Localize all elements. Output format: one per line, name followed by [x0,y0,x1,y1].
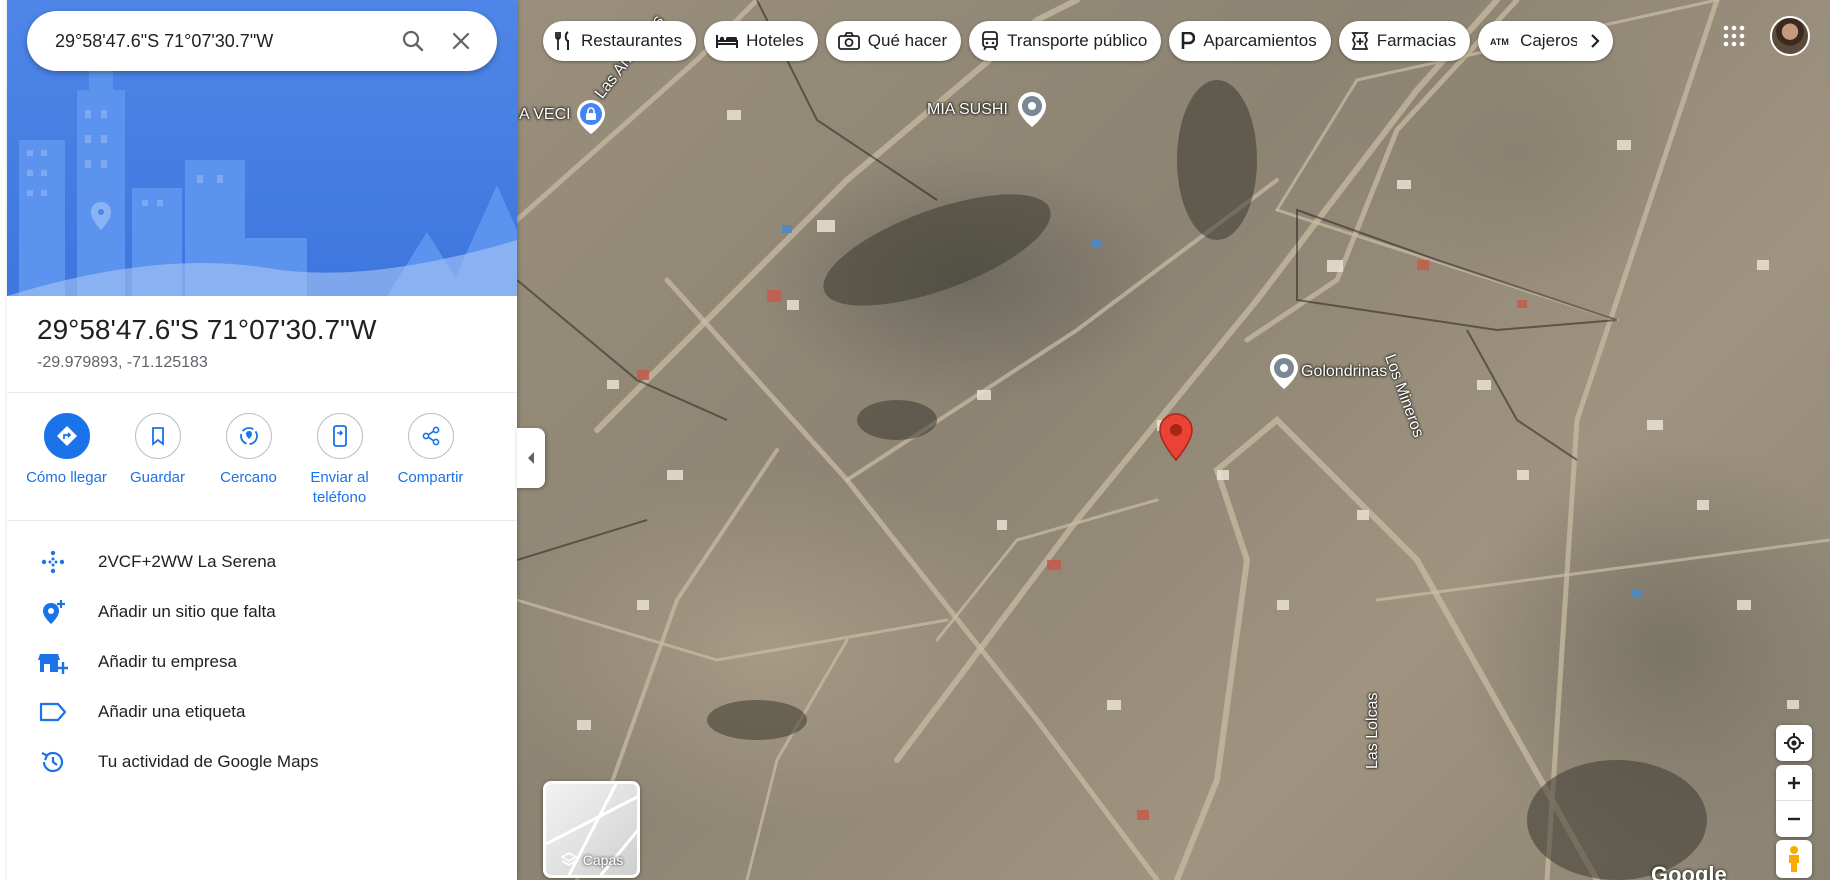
clear-search-button[interactable] [441,21,481,61]
pegman-icon [1789,846,1799,872]
chip-pharmacies[interactable]: Farmacias [1338,21,1471,61]
collapse-panel-button[interactable] [517,428,545,488]
street-view-button[interactable] [1776,840,1812,878]
add-label-row[interactable]: Añadir una etiqueta [7,687,517,737]
bookmark-icon [151,427,164,446]
lock-poi-icon[interactable] [577,100,605,134]
restaurant-icon [555,31,569,50]
chip-label: Hoteles [746,31,804,50]
layers-button[interactable]: Capas [543,781,640,878]
chip-label: Farmacias [1376,31,1457,50]
street-label-las-lolcas: Las Lolcas [1364,692,1381,770]
chip-label: Aparcamientos [1203,31,1317,50]
maps-app: A VECI MIA SUSHI Golondrinas Las Añañuca… [0,0,1830,880]
camera-icon [837,32,860,50]
action-label: Enviar al teléfono [310,469,369,506]
add-missing-place-row[interactable]: Añadir un sitio que falta [7,587,517,637]
directions-button[interactable]: Cómo llegar [21,413,112,508]
info-list: 2VCF+2WW La Serena Añadir un sitio que f… [7,521,517,787]
page-title: 29°58'47.6"S 71°07'30.7"W [37,314,377,345]
add-business-row[interactable]: Añadir tu empresa [7,637,517,687]
chips-scroll-right-button[interactable] [1577,21,1614,61]
chip-restaurants[interactable]: Restaurantes [543,21,697,61]
share-icon [422,426,439,446]
action-label: Guardar [129,469,186,486]
location-pin-icon[interactable] [1159,413,1193,461]
hotel-icon [716,35,739,48]
send-to-phone-button[interactable]: Enviar al teléfono [294,413,385,508]
layers-label: Capas [582,852,624,868]
plus-code-text: 2VCF+2WW La Serena [98,552,277,571]
search-icon [402,30,424,52]
chip-transit[interactable]: Transporte público [969,21,1162,61]
apps-grid-icon[interactable] [1722,24,1746,48]
my-location-button[interactable] [1776,725,1812,761]
my-location-icon [1784,733,1804,753]
history-icon [41,751,64,773]
chip-hotels[interactable]: Hoteles [704,21,818,61]
action-label: Cercano [220,469,277,486]
minus-icon [1788,817,1800,821]
chip-label: Cajeros [1520,31,1579,50]
plus-code-row[interactable]: 2VCF+2WW La Serena [7,537,517,587]
close-icon [452,32,470,50]
transit-icon [982,31,999,51]
chevron-left-icon [528,452,534,464]
search-input[interactable] [55,30,393,52]
category-chips: Restaurantes Hoteles Qué hacer Transport… [543,21,1614,61]
maps-activity-text: Tu actividad de Google Maps [98,752,319,771]
nearby-icon [239,427,258,445]
atm-icon: ATM [1490,37,1509,47]
map-label-mia-sushi[interactable]: MIA SUSHI [927,101,1008,119]
share-button[interactable]: Compartir [385,413,476,508]
decimal-coordinates: -29.979893, -71.125183 [37,354,208,371]
place-panel: 29°58'47.6"S 71°07'30.7"W -29.979893, -7… [7,0,517,880]
chip-label: Qué hacer [867,31,948,50]
add-business-text: Añadir tu empresa [98,652,237,671]
parking-icon [1182,32,1196,49]
chip-things-to-do[interactable]: Qué hacer [825,21,962,61]
zoom-in-button[interactable] [1776,765,1812,801]
nearby-button[interactable]: Cercano [203,413,294,508]
add-missing-place-text: Añadir un sitio que falta [98,602,276,621]
map-label-veci[interactable]: A VECI [519,106,571,124]
add-place-icon [43,600,65,624]
map-label-golondrinas[interactable]: Golondrinas [1301,363,1387,381]
chip-atms[interactable]: ATM Cajeros [1478,21,1614,61]
search-box[interactable] [27,11,497,71]
label-icon [39,702,67,722]
chip-parking[interactable]: Aparcamientos [1169,21,1331,61]
maps-activity-row[interactable]: Tu actividad de Google Maps [7,737,517,787]
chevron-right-icon [1591,34,1600,48]
hero-illustration [7,0,517,296]
chip-label: Restaurantes [581,31,683,50]
action-label: Cómo llegar [26,469,107,486]
poi-marker-icon[interactable] [1269,354,1299,390]
zoom-out-button[interactable] [1776,801,1812,837]
add-business-icon [38,654,68,674]
action-label: Compartir [397,469,464,486]
svg-text:ATM: ATM [1490,37,1509,47]
directions-icon [56,426,77,446]
google-logo: Google [1651,862,1727,880]
zoom-controls [1776,765,1812,837]
avatar[interactable] [1770,16,1810,56]
place-header: 29°58'47.6"S 71°07'30.7"W -29.979893, -7… [7,296,517,393]
pharmacy-icon [1351,32,1369,50]
plus-code-icon [41,550,65,574]
search-button[interactable] [393,21,433,61]
poi-marker-icon[interactable] [1017,92,1047,128]
send-to-phone-icon [332,425,347,447]
layers-icon [560,852,578,866]
plus-icon [1788,776,1800,789]
action-bar: Cómo llegar Guardar Cercano Enviar al te… [7,393,517,521]
save-button[interactable]: Guardar [112,413,203,508]
satellite-map[interactable]: A VECI MIA SUSHI Golondrinas Las Añañuca… [517,0,1830,880]
add-label-text: Añadir una etiqueta [98,702,246,721]
chip-label: Transporte público [1007,31,1148,50]
